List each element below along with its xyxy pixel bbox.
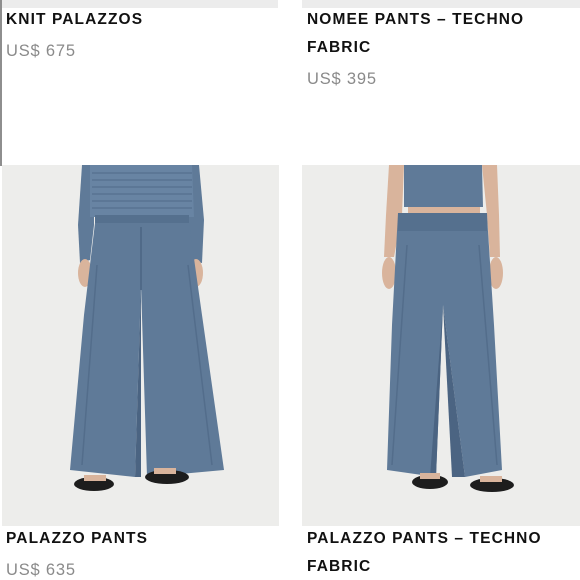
- product-title-line-1[interactable]: NOMEE PANTS – TECHNO: [307, 6, 524, 34]
- product-price: US$ 395: [307, 70, 377, 88]
- product-title[interactable]: PALAZZO PANTS: [6, 525, 148, 553]
- product-title-line-2[interactable]: FABRIC: [307, 34, 371, 62]
- model-photo: [2, 165, 279, 526]
- product-image-palazzo-pants[interactable]: [2, 165, 279, 526]
- product-grid: KNIT PALAZZOS US$ 675 NOMEE PANTS – TECH…: [0, 0, 580, 580]
- product-price: US$ 635: [6, 561, 76, 579]
- product-title-line-1[interactable]: PALAZZO PANTS – TECHNO: [307, 525, 542, 553]
- product-image-palazzo-pants-techno[interactable]: [302, 165, 580, 526]
- product-title-line-2[interactable]: FABRIC: [307, 553, 371, 580]
- model-photo: [302, 165, 580, 526]
- product-title[interactable]: KNIT PALAZZOS: [6, 6, 143, 34]
- scroll-edge: [0, 0, 2, 166]
- product-price: US$ 675: [6, 42, 76, 60]
